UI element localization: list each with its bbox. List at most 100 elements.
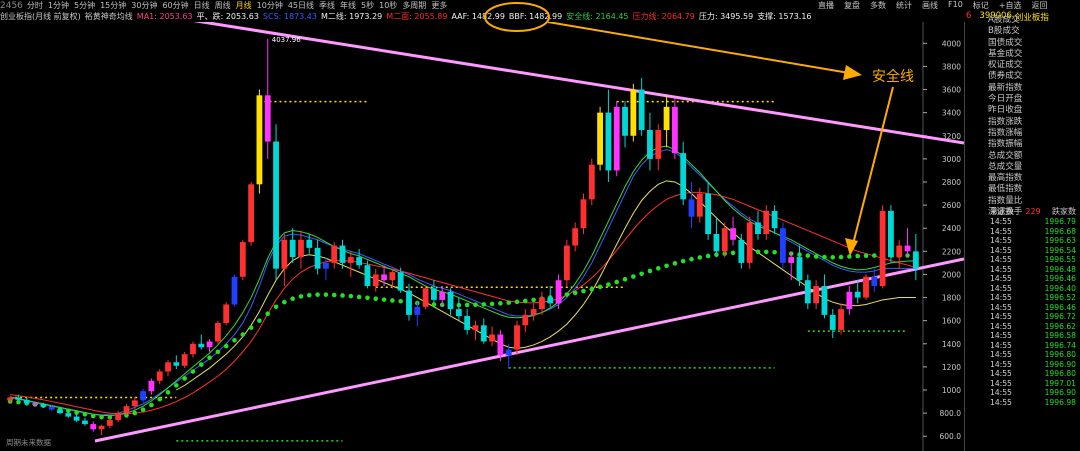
safety-line-dot [265,311,271,317]
safety-line-dot [689,256,694,262]
panel-divider [964,22,965,451]
y-tick-label: 3000 [942,155,961,164]
period-tab[interactable]: 月线 [236,0,252,11]
kline-chart[interactable]: 600.0 800.0 1000 1200 1400 1600 1800 2000 2200 24… [0,22,964,451]
peak-label: 4037.96 [272,36,301,44]
candle-body [256,95,263,185]
period-tab[interactable]: 分时 [27,0,43,11]
tick-time: 14:55 [990,312,1012,321]
side-menu-item[interactable]: 昨日收盘 [988,105,1080,116]
candle-body [879,210,886,286]
candle-body [539,297,545,310]
safety-line-dot [705,253,711,259]
candle-body [547,297,554,304]
indicator-value: 安全线: 2164.45 [566,12,629,21]
candle-body [148,380,155,392]
candle-body [472,325,479,330]
tick-value: 1997.01 [1044,378,1076,388]
side-menu-item[interactable]: 今日开盘 [988,94,1080,105]
candle-body [514,325,520,350]
safety-line-dot [273,304,279,310]
annotation-arrowhead [843,65,862,80]
tool-button[interactable]: 统计 [896,0,912,11]
y-tick-label: 1200 [942,363,961,372]
side-menu-item[interactable]: 债券成交 [988,71,1080,82]
tick-panel: 涨家数 229 跌家数 14:55 1996.79 14:55 1996.68 14:5… [990,207,1076,407]
tick-time: 14:55 [990,359,1012,369]
candle-body [804,280,811,304]
tick-time: 14:55 [990,302,1012,312]
tool-button[interactable]: +自选 [999,0,1022,11]
side-menu-item[interactable]: 总成交量 [988,162,1080,173]
tick-value: 1996.62 [1044,321,1076,331]
side-menu-item[interactable]: 国债成交 [988,38,1080,49]
safety-line-dot [348,293,354,299]
safety-line-dot [647,268,653,274]
tool-button[interactable]: 复盘 [844,0,860,11]
period-tab[interactable]: 60分钟 [162,0,188,11]
safety-line-dot [99,414,104,420]
tool-button[interactable]: 标记 [973,0,989,11]
tick-list: 14:55 1996.79 14:55 1996.68 14:55 1996.63 14:5… [990,217,1076,407]
period-tab[interactable]: 45日线 [288,0,314,11]
period-tab[interactable]: 年线 [340,0,356,11]
period-tab[interactable]: 15分钟 [100,0,126,11]
period-tab[interactable]: 1分钟 [48,0,69,11]
tick-row: 14:55 1996.98 [990,398,1076,408]
side-menu-item[interactable]: 总成交额 [988,151,1080,162]
tick-value: 1996.55 [1044,255,1076,264]
tool-button[interactable]: 直播 [818,0,834,11]
side-menu-item[interactable]: 指数涨跌 [988,117,1080,128]
period-tab[interactable]: 10分钟 [257,0,283,11]
safety-line-dot [306,292,312,298]
candle-body [198,343,205,348]
candle-body [57,409,63,414]
side-menu-item[interactable]: A股成交 [988,15,1080,26]
period-tab[interactable]: 日线 [194,0,210,11]
candle-body [190,343,196,355]
safety-line-dot [232,338,237,343]
period-tab[interactable]: 10秒 [379,0,397,11]
candle-body [156,371,163,381]
candle-body [431,288,437,300]
safety-line-dot [182,376,187,381]
tick-time: 14:55 [990,378,1012,388]
tick-row: 14:55 1996.58 [990,331,1076,341]
candle-body [206,341,213,348]
side-menu-item[interactable]: 指数振幅 [988,139,1080,150]
period-tab[interactable]: 5秒 [361,0,374,11]
period-tab[interactable]: 多周期 [402,0,426,11]
side-menu-item[interactable]: 指数量比 [988,196,1080,207]
side-menu-item[interactable]: B股成交 [988,26,1080,37]
side-menu-item[interactable]: 基金成交 [988,49,1080,60]
side-menu-item[interactable]: 权证成交 [988,60,1080,71]
candle-body [364,265,371,286]
period-tab[interactable]: 30分钟 [131,0,157,11]
tool-button[interactable]: 画线 [922,0,938,11]
side-menu-item[interactable]: 最低指数 [988,184,1080,195]
tool-button[interactable]: F10 [948,0,963,11]
candle-body [863,276,869,298]
tick-value: 1996.98 [1044,397,1076,407]
tick-time: 14:55 [990,264,1012,274]
period-tab[interactable]: 周线 [215,0,231,11]
candle-body [688,199,695,217]
indicator-name: 裕黄神奇均线 [84,12,133,21]
period-tab[interactable]: 季线 [319,0,335,11]
period-tab[interactable]: 更多 [431,0,447,11]
side-menu-item[interactable]: 最高指数 [988,173,1080,184]
safety-line-dot [90,413,96,419]
candle-body [231,276,238,305]
candle-body [572,228,579,246]
candle-body [871,276,878,286]
period-tab[interactable]: 5分钟 [74,0,95,11]
tool-button[interactable]: 返回 [1031,0,1047,11]
tool-button[interactable]: 多数 [870,0,886,11]
tick-row: 14:55 1996.80 [990,350,1076,360]
side-menu-item[interactable]: 指数涨幅 [988,128,1080,139]
side-menu-item[interactable]: 最新指数 [988,83,1080,94]
candle-body [322,262,329,269]
candle-body [888,210,894,258]
safety-line-dot [581,288,586,294]
safety-line-dot [589,286,595,292]
